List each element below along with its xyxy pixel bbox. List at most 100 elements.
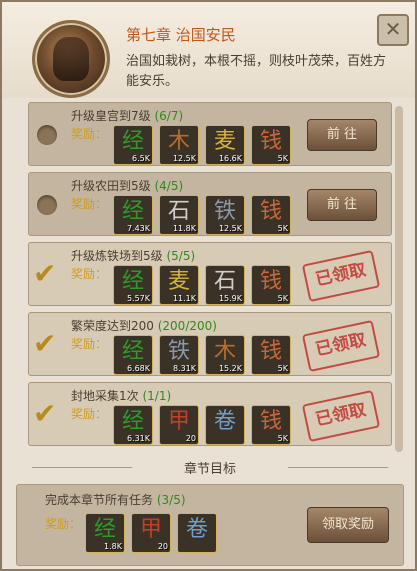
task-reward-item[interactable]: 经 5.57K <box>113 265 153 305</box>
reward-label: 奖励： <box>71 337 108 351</box>
reward-icon: 钱 <box>259 129 282 154</box>
task-progress: (6/7) <box>154 109 184 123</box>
reward-count: 6.68K <box>126 364 150 373</box>
task-reward-item[interactable]: 经 6.5K <box>113 125 153 165</box>
task-list-scrollbar[interactable] <box>395 106 403 452</box>
reward-icon: 木 <box>213 339 236 364</box>
task-name-text: 封地采集1次 <box>71 389 143 403</box>
task-reward-item[interactable]: 铁 8.31K <box>159 335 199 375</box>
task-reward-item[interactable]: 钱 5K <box>251 265 291 305</box>
task-reward-item[interactable]: 麦 16.6K <box>205 125 245 165</box>
task-reward-item[interactable]: 钱 5K <box>251 335 291 375</box>
chapter-goal-progress: (3/5) <box>156 493 186 507</box>
reward-count: 6.5K <box>132 154 150 163</box>
reward-count: 6.31K <box>126 434 150 443</box>
task-name-text: 繁荣度达到200 <box>71 319 158 333</box>
reward-icon: 石 <box>167 199 190 224</box>
reward-count: 12.5K <box>172 154 196 163</box>
close-icon[interactable]: ✕ <box>377 14 409 46</box>
chapter-title: 第七章 治国安民 <box>126 26 236 44</box>
reward-icon: 甲 <box>139 517 162 542</box>
task-name: 封地采集1次 (1/1) <box>71 387 171 404</box>
task-reward-item[interactable]: 石 11.8K <box>159 195 199 235</box>
reward-icon: 卷 <box>213 409 236 434</box>
reward-label: 奖励： <box>71 267 108 281</box>
reward-count: 5K <box>277 434 288 443</box>
task-reward-item[interactable]: 卷 <box>205 405 245 445</box>
task-reward-item[interactable]: 甲 20 <box>159 405 199 445</box>
task-list: 升级皇宫到7级 (6/7) 奖励：经 6.5K 木 12.5K 麦 16.6K 钱 5K 前 往升… <box>28 102 392 452</box>
task-reward-item[interactable]: 钱 5K <box>251 195 291 235</box>
claimed-stamp: 已领取 <box>301 249 381 303</box>
task-reward-item[interactable]: 钱 5K <box>251 125 291 165</box>
reward-count: 11.1K <box>172 294 196 303</box>
section-title: 章节目标 <box>183 462 236 477</box>
task-reward-item[interactable]: 经 7.43K <box>113 195 153 235</box>
task-reward-item[interactable]: 经 6.31K <box>113 405 153 445</box>
goto-button[interactable]: 前 往 <box>307 119 377 151</box>
reward-label: 奖励： <box>45 517 82 531</box>
avatar-figure <box>53 37 89 81</box>
reward-icon: 经 <box>121 409 144 434</box>
goto-button[interactable]: 前 往 <box>307 189 377 221</box>
reward-icon: 铁 <box>213 199 236 224</box>
task-progress: (4/5) <box>154 179 184 193</box>
reward-label: 奖励： <box>71 127 108 141</box>
task-reward-item[interactable]: 木 12.5K <box>159 125 199 165</box>
task-progress: (200/200) <box>157 319 217 333</box>
reward-count: 5K <box>277 154 288 163</box>
task-reward-item[interactable]: 钱 5K <box>251 405 291 445</box>
chapter-goal-name: 完成本章节所有任务 (3/5) <box>45 491 186 508</box>
reward-icon: 麦 <box>167 269 190 294</box>
task-reward-item[interactable]: 经 6.68K <box>113 335 153 375</box>
task-row: 升级农田到5级 (4/5) 奖励：经 7.43K 石 11.8K 铁 12.5K 钱 5K 前 往 <box>28 172 392 236</box>
reward-count: 20 <box>157 542 168 551</box>
task-name-text: 升级炼铁场到5级 <box>71 249 167 263</box>
reward-icon: 经 <box>93 517 116 542</box>
task-row: ✔ 升级炼铁场到5级 (5/5) 奖励：经 5.57K 麦 11.1K 石 15.9K 钱 5K 已… <box>28 242 392 306</box>
reward-count: 12.5K <box>218 224 242 233</box>
task-reward-item[interactable]: 麦 11.1K <box>159 265 199 305</box>
chapter-panel: 第七章 治国安民 治国如栽树，本根不摇，则枝叶茂荣，百姓方能安乐。 ✕ 升级皇宫… <box>0 0 417 571</box>
task-progress: (1/1) <box>142 389 172 403</box>
goal-reward-item[interactable]: 甲 20 <box>131 513 171 553</box>
task-reward-item[interactable]: 铁 12.5K <box>205 195 245 235</box>
goal-reward-item[interactable]: 卷 <box>177 513 217 553</box>
reward-count: 5K <box>277 224 288 233</box>
reward-icon: 经 <box>121 339 144 364</box>
task-name: 升级皇宫到7级 (6/7) <box>71 107 183 124</box>
reward-count: 8.31K <box>172 364 196 373</box>
claimed-stamp: 已领取 <box>301 389 381 443</box>
reward-count: 15.2K <box>218 364 242 373</box>
task-name: 升级农田到5级 (4/5) <box>71 177 183 194</box>
reward-count: 15.9K <box>218 294 242 303</box>
check-icon: ✔ <box>33 257 57 290</box>
chapter-goal-text: 完成本章节所有任务 <box>45 493 154 507</box>
status-dot <box>37 125 57 145</box>
chapter-description: 治国如栽树，本根不摇，则枝叶茂荣，百姓方能安乐。 <box>126 54 387 89</box>
task-row: ✔ 繁荣度达到200 (200/200) 奖励：经 6.68K 铁 8.31K 木 15.2K… <box>28 312 392 376</box>
reward-icon: 经 <box>121 269 144 294</box>
claim-reward-button[interactable]: 领取奖励 <box>307 507 389 543</box>
status-dot <box>37 195 57 215</box>
chapter-avatar <box>32 20 110 98</box>
check-icon: ✔ <box>33 327 57 360</box>
reward-icon: 钱 <box>259 409 282 434</box>
section-divider: 章节目标 <box>32 458 388 477</box>
goal-reward-item[interactable]: 经 1.8K <box>85 513 125 553</box>
reward-count: 7.43K <box>126 224 150 233</box>
reward-icon: 经 <box>121 199 144 224</box>
reward-icon: 木 <box>167 129 190 154</box>
chapter-header: 第七章 治国安民 治国如栽树，本根不摇，则枝叶茂荣，百姓方能安乐。 ✕ <box>2 2 415 98</box>
reward-icon: 钱 <box>259 199 282 224</box>
check-icon: ✔ <box>33 397 57 430</box>
reward-count: 5K <box>277 364 288 373</box>
task-name: 繁荣度达到200 (200/200) <box>71 317 217 334</box>
divider-line-right <box>288 467 388 468</box>
claimed-stamp: 已领取 <box>301 319 381 373</box>
task-reward-item[interactable]: 石 15.9K <box>205 265 245 305</box>
reward-count: 20 <box>185 434 196 443</box>
task-row: 升级皇宫到7级 (6/7) 奖励：经 6.5K 木 12.5K 麦 16.6K 钱 5K 前 往 <box>28 102 392 166</box>
reward-count: 5K <box>277 294 288 303</box>
task-reward-item[interactable]: 木 15.2K <box>205 335 245 375</box>
